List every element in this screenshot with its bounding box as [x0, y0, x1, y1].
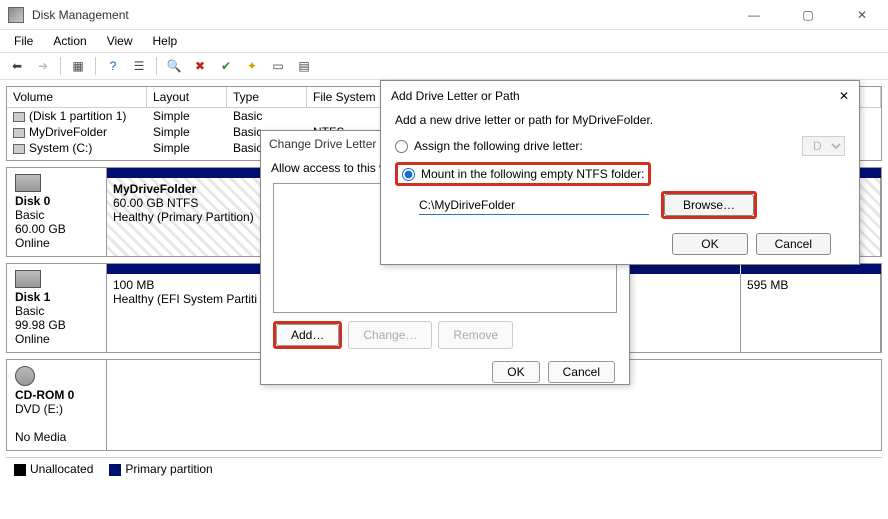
- grid-icon[interactable]: ▦: [67, 55, 89, 77]
- drive-icon[interactable]: ▭: [267, 55, 289, 77]
- menu-help[interactable]: Help: [145, 32, 186, 50]
- disk0-name: Disk 0: [15, 194, 50, 208]
- primary-swatch: [109, 464, 121, 476]
- forward-icon[interactable]: ➔: [32, 55, 54, 77]
- volume-icon: [13, 144, 25, 154]
- disk1-name: Disk 1: [15, 290, 50, 304]
- delete-icon[interactable]: ✖: [189, 55, 211, 77]
- titlebar: Disk Management — ▢ ✕: [0, 0, 888, 30]
- dialog2-title: Add Drive Letter or Path: [391, 89, 520, 103]
- menu-bar: File Action View Help: [0, 30, 888, 52]
- change-button[interactable]: Change…: [348, 321, 432, 349]
- maximize-button[interactable]: ▢: [790, 8, 826, 22]
- new-icon[interactable]: ✦: [241, 55, 263, 77]
- volume-icon: [13, 128, 25, 138]
- assign-letter-radio[interactable]: [395, 140, 408, 153]
- help-icon[interactable]: ?: [102, 55, 124, 77]
- disk-icon: [15, 174, 41, 192]
- unallocated-swatch: [14, 464, 26, 476]
- close-button[interactable]: ✕: [844, 8, 880, 22]
- cdrom-icon: [15, 366, 35, 386]
- close-icon[interactable]: ✕: [839, 89, 849, 103]
- legend: Unallocated Primary partition: [6, 457, 882, 480]
- add-drive-letter-dialog: Add Drive Letter or Path ✕ Add a new dri…: [380, 80, 860, 265]
- disk-icon: [15, 270, 41, 288]
- menu-action[interactable]: Action: [45, 32, 94, 50]
- menu-file[interactable]: File: [6, 32, 41, 50]
- browse-button[interactable]: Browse…: [664, 194, 754, 216]
- back-icon[interactable]: ⬅: [6, 55, 28, 77]
- dlg1-ok-button[interactable]: OK: [492, 361, 539, 383]
- mount-folder-label: Mount in the following empty NTFS folder…: [421, 167, 644, 181]
- dlg2-ok-button[interactable]: OK: [672, 233, 747, 255]
- mount-folder-radio[interactable]: [402, 168, 415, 181]
- col-volume[interactable]: Volume: [7, 87, 147, 108]
- list-icon[interactable]: ☰: [128, 55, 150, 77]
- minimize-button[interactable]: —: [736, 8, 772, 22]
- app-icon: [8, 7, 24, 23]
- partition-icon[interactable]: ▤: [293, 55, 315, 77]
- dialog2-message: Add a new drive letter or path for MyDri…: [395, 113, 845, 127]
- drive-letter-select[interactable]: D: [802, 136, 845, 156]
- search-icon[interactable]: 🔍: [163, 55, 185, 77]
- dlg1-cancel-button[interactable]: Cancel: [548, 361, 615, 383]
- col-type[interactable]: Type: [227, 87, 307, 108]
- volume-icon: [13, 112, 25, 122]
- folder-path-input[interactable]: [419, 196, 649, 215]
- remove-button[interactable]: Remove: [438, 321, 513, 349]
- dlg2-cancel-button[interactable]: Cancel: [756, 233, 831, 255]
- toolbar: ⬅ ➔ ▦ ? ☰ 🔍 ✖ ✔ ✦ ▭ ▤: [0, 52, 888, 80]
- check-icon[interactable]: ✔: [215, 55, 237, 77]
- menu-view[interactable]: View: [99, 32, 141, 50]
- add-button[interactable]: Add…: [276, 324, 339, 346]
- col-layout[interactable]: Layout: [147, 87, 227, 108]
- window-title: Disk Management: [32, 8, 736, 22]
- assign-letter-label: Assign the following drive letter:: [414, 139, 583, 153]
